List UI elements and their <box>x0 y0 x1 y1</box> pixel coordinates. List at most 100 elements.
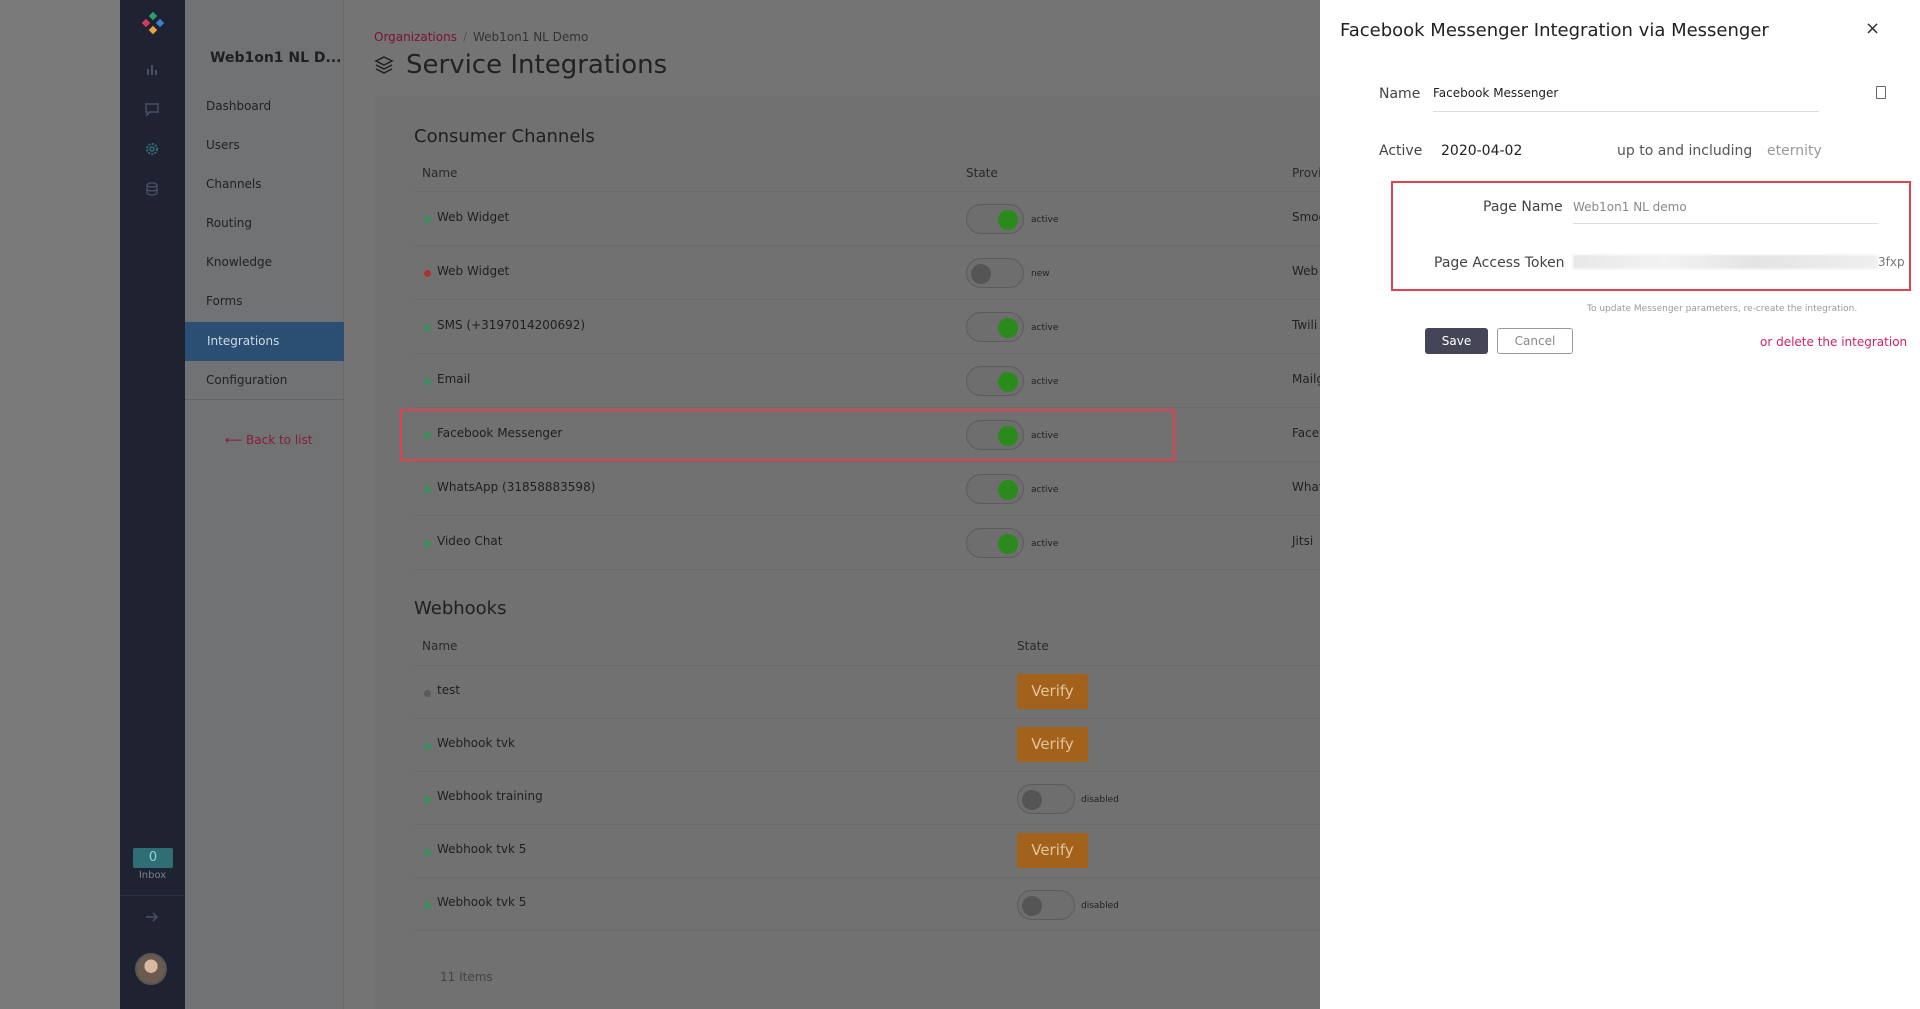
nav-item-channels[interactable]: Channels <box>185 165 344 204</box>
highlight-messenger-params <box>1391 181 1911 291</box>
status-dot <box>424 378 431 385</box>
page-title-text: Service Integrations <box>406 50 668 80</box>
nav-item-dashboard[interactable]: Dashboard <box>185 87 344 126</box>
cancel-button[interactable]: Cancel <box>1497 328 1573 354</box>
table-row[interactable]: SMS (+3197014200692) active Twili <box>414 299 1320 353</box>
status-dot <box>424 486 431 493</box>
database-icon[interactable] <box>140 177 164 201</box>
up-to-label: up to and including <box>1617 143 1753 159</box>
webhook-col-header-state[interactable]: State <box>1017 639 1049 653</box>
consumer-channels-title: Consumer Channels <box>414 126 595 147</box>
row-name: Web Widget <box>437 264 510 278</box>
state-label: active <box>1031 377 1059 387</box>
row-name: Email <box>437 372 471 386</box>
state-toggle[interactable] <box>966 474 1024 504</box>
name-field[interactable]: Facebook Messenger <box>1433 86 1819 112</box>
nav-divider <box>185 399 344 400</box>
table-row[interactable]: Video Chat active Jitsi <box>414 515 1320 569</box>
state-label: active <box>1031 215 1059 225</box>
state-toggle[interactable] <box>966 366 1024 396</box>
row-name: Webhook tvk 5 <box>437 842 527 856</box>
table-row[interactable]: Webhook training disabled <box>414 771 1320 825</box>
status-dot <box>424 540 431 547</box>
settings-nav: Web1on1 NL D... Dashboard Users Channels… <box>185 0 344 1009</box>
table-row[interactable]: Web Widget active Smoo <box>414 191 1326 245</box>
status-dot <box>424 902 431 909</box>
arrow-right-icon[interactable] <box>140 905 164 929</box>
row-name: WhatsApp (31858883598) <box>437 480 596 494</box>
col-header-name[interactable]: Name <box>422 166 457 180</box>
status-dot <box>424 743 431 750</box>
row-provider: Twili <box>1292 318 1318 332</box>
breadcrumb-current: Web1on1 NL Demo <box>473 30 589 44</box>
highlight-facebook-row <box>400 409 1175 461</box>
state-toggle[interactable] <box>1017 890 1075 920</box>
state-toggle[interactable] <box>1017 784 1075 814</box>
nav-item-forms[interactable]: Forms <box>185 282 344 321</box>
save-button[interactable]: Save <box>1425 328 1488 354</box>
nav-item-configuration[interactable]: Configuration <box>185 361 344 400</box>
state-toggle[interactable] <box>966 258 1024 288</box>
backdrop-left <box>0 0 120 1009</box>
status-dot <box>424 270 431 277</box>
table-row[interactable]: Webhook tvk 5 disabled <box>414 877 1320 931</box>
row-provider: Facel <box>1292 426 1323 440</box>
col-header-provider[interactable]: Provi <box>1292 166 1321 180</box>
name-label: Name <box>1379 86 1421 102</box>
active-label: Active <box>1379 143 1423 159</box>
back-to-list-link[interactable]: ⟵ Back to list <box>225 433 312 447</box>
state-toggle[interactable] <box>966 312 1024 342</box>
active-to-input[interactable]: eternity <box>1767 143 1822 159</box>
app-logo-icon[interactable] <box>141 12 165 36</box>
analytics-icon[interactable] <box>140 57 164 81</box>
page-title: Service Integrations <box>374 50 667 80</box>
integration-detail-panel: Facebook Messenger Integration via Messe… <box>1320 0 1920 1009</box>
verify-button[interactable]: Verify <box>1017 674 1088 709</box>
row-name: Webhook tvk 5 <box>437 895 527 909</box>
state-label: active <box>1031 323 1059 333</box>
rail-divider <box>120 895 185 896</box>
row-name: Webhook tvk <box>437 736 515 750</box>
state-label: active <box>1031 485 1059 495</box>
integrations-card: Consumer Channels Name State Provi Web W… <box>374 96 1326 1009</box>
gear-icon[interactable] <box>140 137 164 161</box>
state-toggle[interactable] <box>966 204 1024 234</box>
chat-icon[interactable] <box>140 97 164 121</box>
table-row[interactable]: Email active Mailg <box>414 353 1324 407</box>
table-row[interactable]: WhatsApp (31858883598) active What <box>414 461 1324 515</box>
status-dot <box>424 796 431 803</box>
row-provider: Jitsi <box>1292 534 1314 548</box>
verify-button[interactable]: Verify <box>1017 727 1088 762</box>
state-label: disabled <box>1081 901 1119 911</box>
breadcrumb: Organizations / Web1on1 NL Demo <box>374 30 589 44</box>
close-icon[interactable]: × <box>1865 18 1880 39</box>
nav-item-integrations[interactable]: Integrations <box>185 322 344 361</box>
table-row[interactable]: Webhook tvk Verify <box>414 718 1320 772</box>
active-from-input[interactable]: 2020-04-02 <box>1441 143 1523 159</box>
back-label: Back to list <box>246 433 313 447</box>
state-label: disabled <box>1081 795 1119 805</box>
state-toggle[interactable] <box>966 528 1024 558</box>
nav-item-users[interactable]: Users <box>185 126 344 165</box>
table-row[interactable]: Web Widget new Web <box>414 245 1320 299</box>
table-bottom-border <box>414 930 1320 931</box>
delete-integration-link[interactable]: or delete the integration <box>1760 335 1907 349</box>
inbox-count-badge[interactable]: 0 <box>133 848 173 868</box>
contact-card-icon[interactable] <box>1876 86 1886 99</box>
arrow-left-icon: ⟵ <box>225 433 243 447</box>
row-name: Video Chat <box>437 534 503 548</box>
row-name: Web Widget <box>437 210 510 224</box>
breadcrumb-organizations[interactable]: Organizations <box>374 30 457 44</box>
nav-item-knowledge[interactable]: Knowledge <box>185 243 344 282</box>
nav-item-routing[interactable]: Routing <box>185 204 344 243</box>
table-row[interactable]: Webhook tvk 5 Verify <box>414 824 1320 878</box>
table-row[interactable]: test Verify <box>414 665 1320 719</box>
verify-button[interactable]: Verify <box>1017 833 1088 868</box>
table-bottom-border <box>414 569 1320 570</box>
user-avatar[interactable] <box>135 953 167 985</box>
col-header-state[interactable]: State <box>966 166 998 180</box>
state-label: active <box>1031 539 1059 549</box>
inbox-label: Inbox <box>138 870 167 881</box>
main-content: Organizations / Web1on1 NL Demo Service In… <box>344 0 1326 1009</box>
webhook-col-header-name[interactable]: Name <box>422 639 457 653</box>
